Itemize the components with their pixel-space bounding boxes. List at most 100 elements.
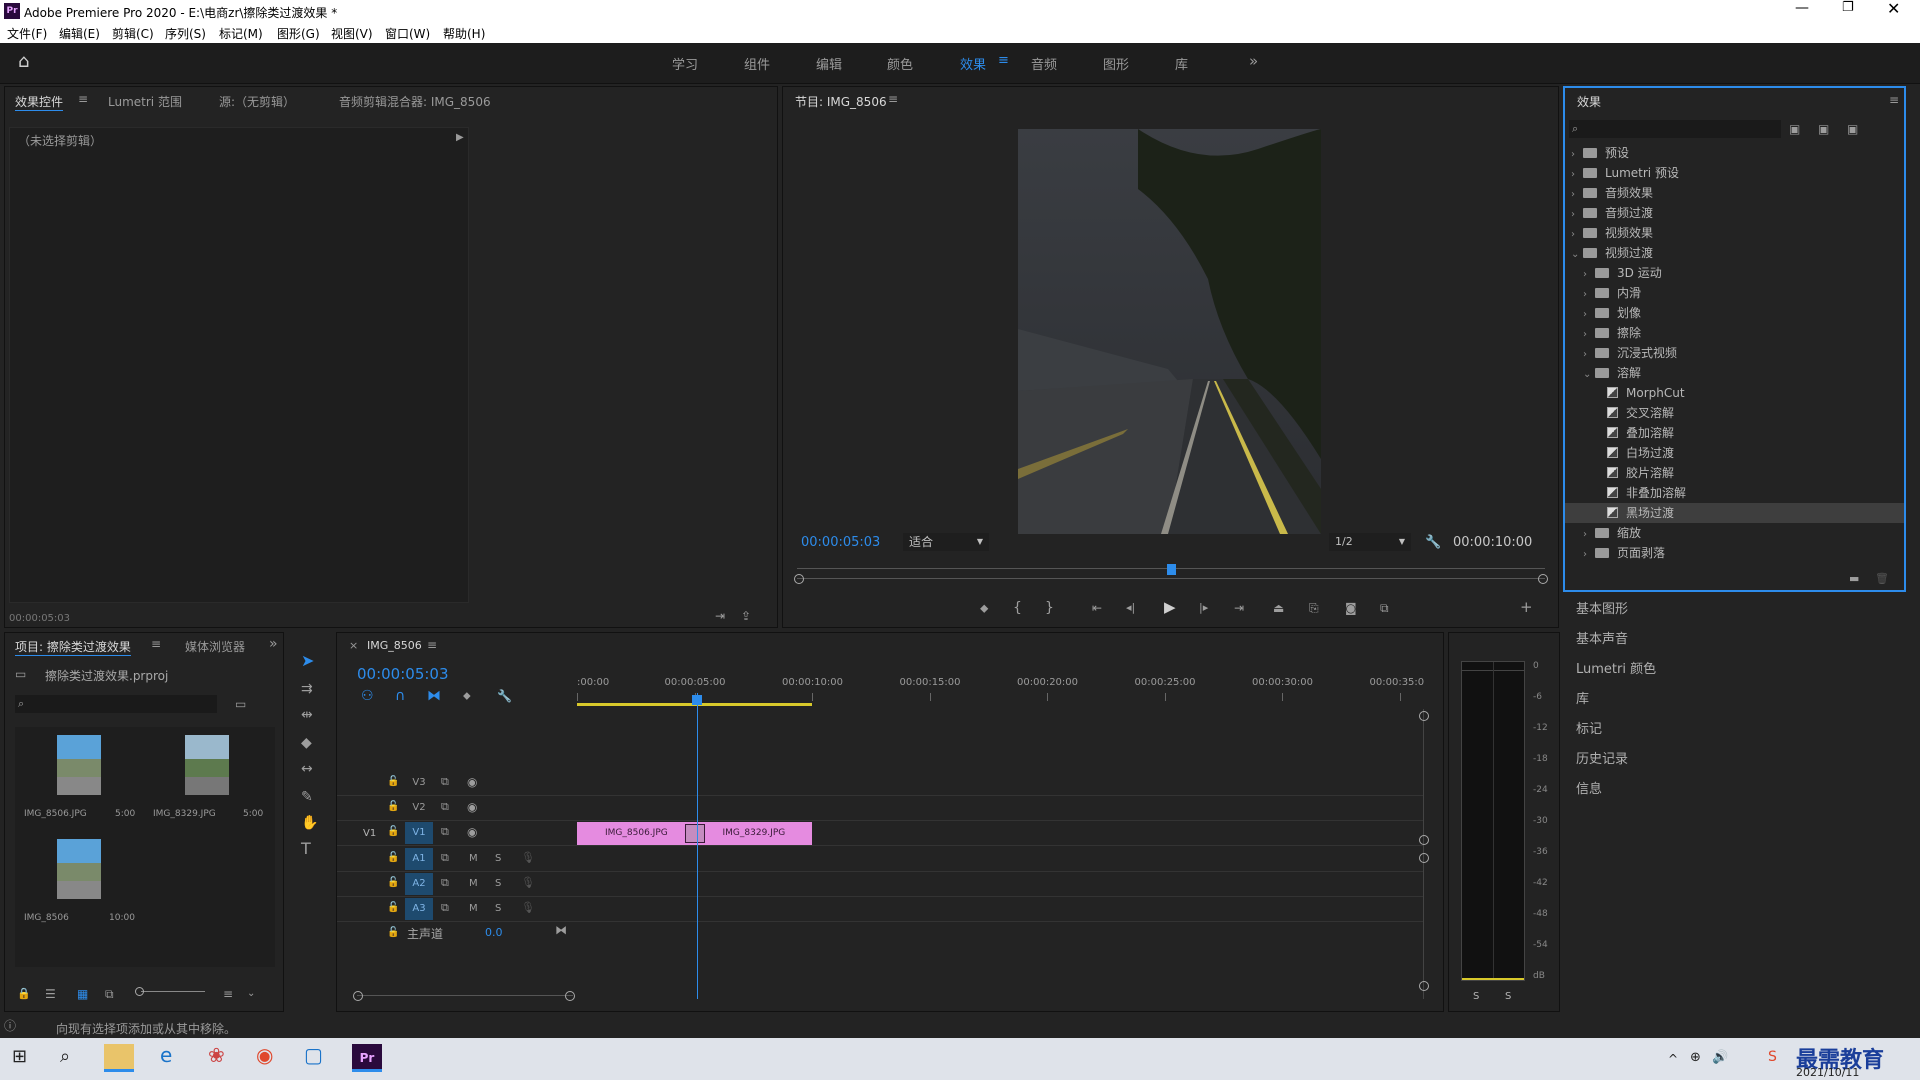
side-panel-item[interactable]: Lumetri 颜色 xyxy=(1576,658,1656,677)
track-target-button[interactable]: A3 xyxy=(405,898,433,920)
track-target-button[interactable]: V1 xyxy=(405,822,433,844)
chevron-right-icon[interactable]: › xyxy=(1583,545,1595,565)
add-button-icon[interactable]: + xyxy=(1520,600,1533,615)
minimize-button[interactable]: — xyxy=(1795,0,1809,16)
effects-menu-icon[interactable]: ≡ xyxy=(1889,93,1899,107)
new-bin-icon[interactable]: ▬ xyxy=(1849,572,1859,586)
effect-item[interactable]: 交叉溶解 xyxy=(1565,403,1904,423)
effect-folder[interactable]: › 音频过渡 xyxy=(1565,203,1904,223)
scroll-handle[interactable] xyxy=(1419,711,1429,721)
pen-tool-icon[interactable]: ✎ xyxy=(301,790,313,804)
effect-item[interactable]: 非叠加溶解 xyxy=(1565,483,1904,503)
effect-folder[interactable]: › 预设 xyxy=(1565,143,1904,163)
chevron-right-icon[interactable]: › xyxy=(1583,525,1595,545)
chevron-right-icon[interactable]: › xyxy=(1583,265,1595,285)
side-panel-item[interactable]: 基本图形 xyxy=(1576,598,1628,617)
zoom-slider[interactable] xyxy=(141,991,205,992)
file-explorer-icon[interactable] xyxy=(104,1044,134,1072)
chevron-right-icon[interactable]: › xyxy=(1583,345,1595,365)
chevron-right-icon[interactable]: › xyxy=(1571,145,1583,165)
side-panel-item[interactable]: 标记 xyxy=(1576,718,1602,737)
side-panel-item[interactable]: 基本声音 xyxy=(1576,628,1628,647)
effect-folder[interactable]: › 沉浸式视频 xyxy=(1565,343,1904,363)
effect-folder[interactable]: ⌄ 视频过渡 xyxy=(1565,243,1904,263)
snap-icon[interactable]: ∩ xyxy=(395,689,405,703)
hand-tool-icon[interactable]: ✋ xyxy=(301,816,318,830)
sequence-menu-icon[interactable]: ≡ xyxy=(427,638,437,652)
chrome-icon[interactable]: ◉ xyxy=(256,1045,273,1065)
effect-folder[interactable]: › 3D 运动 xyxy=(1565,263,1904,283)
effect-item[interactable]: 白场过渡 xyxy=(1565,443,1904,463)
sync-lock-icon[interactable]: ⧉ xyxy=(441,775,449,789)
sync-lock-icon[interactable]: ⧉ xyxy=(441,825,449,839)
zoom-handle-left[interactable] xyxy=(794,574,804,584)
lock-icon[interactable]: 🔓 xyxy=(387,926,399,940)
menu-sequence[interactable]: 序列(S) xyxy=(165,25,206,42)
chevron-down-icon[interactable]: ⌄ xyxy=(1571,245,1583,265)
compare-view-icon[interactable]: ⧉ xyxy=(1380,601,1389,615)
effect-folder[interactable]: › 内滑 xyxy=(1565,283,1904,303)
effect-folder[interactable]: › Lumetri 预设 xyxy=(1565,163,1904,183)
sync-lock-icon[interactable]: ⧉ xyxy=(441,851,449,865)
step-forward-icon[interactable]: |▸ xyxy=(1199,601,1208,615)
source-patch-v1[interactable]: V1 xyxy=(363,828,376,839)
play-icon[interactable]: ▶ xyxy=(1164,600,1176,615)
wrench-icon[interactable]: 🔧 xyxy=(497,689,512,703)
workspace-audio[interactable]: 音频 xyxy=(1031,54,1057,73)
zoom-slider-handle[interactable] xyxy=(135,987,144,996)
menu-help[interactable]: 帮助(H) xyxy=(443,25,485,42)
effect-item[interactable]: 胶片溶解 xyxy=(1565,463,1904,483)
track-target-button[interactable]: V3 xyxy=(405,772,433,794)
solo-button[interactable]: S xyxy=(495,902,501,916)
project-menu-icon[interactable]: ≡ xyxy=(151,637,161,651)
effect-folder[interactable]: › 页面剥落 xyxy=(1565,543,1904,563)
effect-item[interactable]: 叠加溶解 xyxy=(1565,423,1904,443)
side-panel-item[interactable]: 信息 xyxy=(1576,778,1602,797)
master-volume-value[interactable]: 0.0 xyxy=(485,926,503,939)
transition-marker[interactable] xyxy=(684,824,705,843)
solo-right-button[interactable]: S xyxy=(1505,991,1511,1002)
mute-button[interactable]: M xyxy=(469,902,478,916)
camera-icon[interactable]: ◙ xyxy=(1345,601,1357,615)
tray-chevron-icon[interactable]: ^ xyxy=(1668,1052,1678,1066)
program-playhead[interactable] xyxy=(1167,564,1176,575)
workspace-menu-icon[interactable]: ≡ xyxy=(998,53,1009,68)
extract-icon[interactable]: ⎘ xyxy=(1309,601,1319,615)
program-menu-icon[interactable]: ≡ xyxy=(888,92,898,106)
lock-icon[interactable]: 🔓 xyxy=(387,800,399,814)
menu-marker[interactable]: 标记(M) xyxy=(219,25,263,42)
close-button[interactable]: ✕ xyxy=(1887,0,1900,18)
network-icon[interactable]: ⊕ xyxy=(1690,1051,1701,1065)
edge-icon[interactable]: e xyxy=(160,1045,172,1065)
razor-tool-icon[interactable]: ◆ xyxy=(301,736,312,750)
ime-icon[interactable]: S xyxy=(1768,1050,1777,1064)
zoom-handle-right[interactable] xyxy=(565,991,575,1001)
menu-file[interactable]: 文件(F) xyxy=(7,25,47,42)
timeline-playhead-line[interactable] xyxy=(696,693,698,999)
maximize-button[interactable]: ❐ xyxy=(1842,0,1854,15)
microphone-icon[interactable]: 🎙 xyxy=(521,876,535,890)
fit-dropdown[interactable]: 适合 ▼ xyxy=(903,533,989,551)
app-icon[interactable]: ❀ xyxy=(208,1045,225,1065)
chevron-right-icon[interactable]: › xyxy=(1571,185,1583,205)
app-icon[interactable]: ▢ xyxy=(304,1045,323,1065)
volume-icon[interactable]: 🔊 xyxy=(1712,1051,1728,1065)
list-view-icon[interactable]: ☰ xyxy=(45,987,56,1001)
icon-view-icon[interactable]: ▦ xyxy=(77,987,88,1001)
track-target-button[interactable]: A1 xyxy=(405,848,433,870)
lock-icon[interactable]: 🔓 xyxy=(387,825,399,839)
sort-icon[interactable]: ≡ xyxy=(223,987,233,1001)
scroll-handle[interactable] xyxy=(1419,835,1429,845)
sequence-tab[interactable]: IMG_8506 xyxy=(367,639,422,652)
search-icon[interactable]: ⌕ xyxy=(60,1048,70,1066)
menu-clip[interactable]: 剪辑(C) xyxy=(112,25,154,42)
effect-folder[interactable]: ⌄ 溶解 xyxy=(1565,363,1904,383)
effect-folder[interactable]: › 视频效果 xyxy=(1565,223,1904,243)
more-panels-icon[interactable]: » xyxy=(269,636,278,652)
chevron-right-icon[interactable]: › xyxy=(1571,225,1583,245)
share-icon[interactable]: ⇪ xyxy=(741,609,751,623)
timeline-playhead[interactable] xyxy=(691,695,702,705)
windows-start-icon[interactable]: ⊞ xyxy=(12,1048,27,1066)
project-item[interactable]: IMG_8329.JPG 5:00 xyxy=(145,727,273,831)
go-to-in-icon[interactable]: ⇤ xyxy=(1092,601,1102,615)
